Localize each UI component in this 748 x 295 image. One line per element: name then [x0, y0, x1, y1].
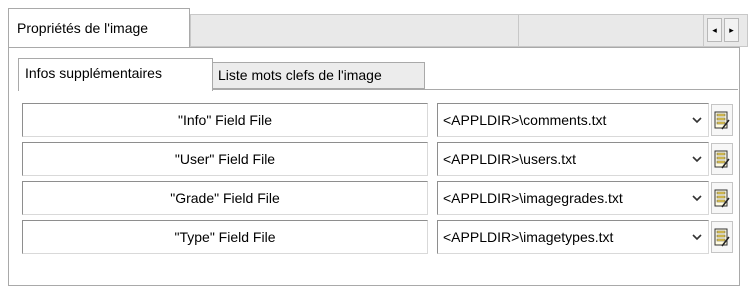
chevron-down-icon — [692, 117, 702, 124]
field-select-grade[interactable]: <APPLDIR>\imagegrades.txt — [437, 181, 709, 215]
field-select-info[interactable]: <APPLDIR>\comments.txt — [437, 103, 709, 137]
scroll-left-button[interactable]: ◂ — [707, 18, 722, 42]
tab-image-properties-label: Propriétés de l'image — [17, 20, 149, 36]
tab-strip-divider — [518, 14, 519, 47]
edit-file-icon — [714, 150, 730, 169]
field-label-grade: "Grade" Field File — [22, 181, 428, 215]
field-select-user[interactable]: <APPLDIR>\users.txt — [437, 142, 709, 176]
tab-image-properties[interactable]: Propriétés de l'image — [8, 8, 190, 47]
edit-file-button[interactable] — [711, 143, 733, 175]
scroll-left-icon: ◂ — [712, 25, 717, 35]
tab-liste-mots-clefs[interactable]: Liste mots clefs de l'image — [212, 62, 425, 89]
select-value: <APPLDIR>\imagetypes.txt — [443, 229, 614, 245]
edit-file-icon — [714, 228, 730, 247]
scroll-right-button[interactable]: ▸ — [724, 18, 739, 42]
select-value: <APPLDIR>\users.txt — [443, 151, 577, 167]
edit-file-icon — [714, 111, 730, 130]
field-row-grade: "Grade" Field File <APPLDIR>\imagegrades… — [22, 181, 742, 215]
field-row-info: "Info" Field File <APPLDIR>\comments.txt — [22, 103, 742, 137]
field-label-info: "Info" Field File — [22, 103, 428, 137]
field-label-user: "User" Field File — [22, 142, 428, 176]
edit-file-button[interactable] — [711, 104, 733, 136]
tab-liste-mots-clefs-label: Liste mots clefs de l'image — [218, 67, 382, 83]
top-tab-strip: Propriétés de l'image ◂ ▸ — [8, 8, 748, 48]
properties-window: Propriétés de l'image ◂ ▸ Infos suppléme… — [8, 2, 748, 288]
scroll-right-icon: ▸ — [729, 25, 734, 35]
edit-file-button[interactable] — [711, 221, 733, 253]
tab-infos-supplementaires-label: Infos supplémentaires — [25, 65, 162, 81]
field-select-type[interactable]: <APPLDIR>\imagetypes.txt — [437, 220, 709, 254]
chevron-down-icon — [692, 234, 702, 241]
edit-file-button[interactable] — [711, 182, 733, 214]
field-row-type: "Type" Field File <APPLDIR>\imagetypes.t… — [22, 220, 742, 254]
select-value: <APPLDIR>\comments.txt — [443, 112, 607, 128]
edit-file-icon — [714, 189, 730, 208]
tab-strip-background — [190, 14, 748, 47]
select-value: <APPLDIR>\imagegrades.txt — [443, 190, 623, 206]
chevron-down-icon — [692, 195, 702, 202]
tab-strip-divider — [703, 14, 704, 47]
field-row-user: "User" Field File <APPLDIR>\users.txt — [22, 142, 742, 176]
tab-infos-supplementaires[interactable]: Infos supplémentaires — [18, 58, 213, 91]
field-label-type: "Type" Field File — [22, 220, 428, 254]
chevron-down-icon — [692, 156, 702, 163]
